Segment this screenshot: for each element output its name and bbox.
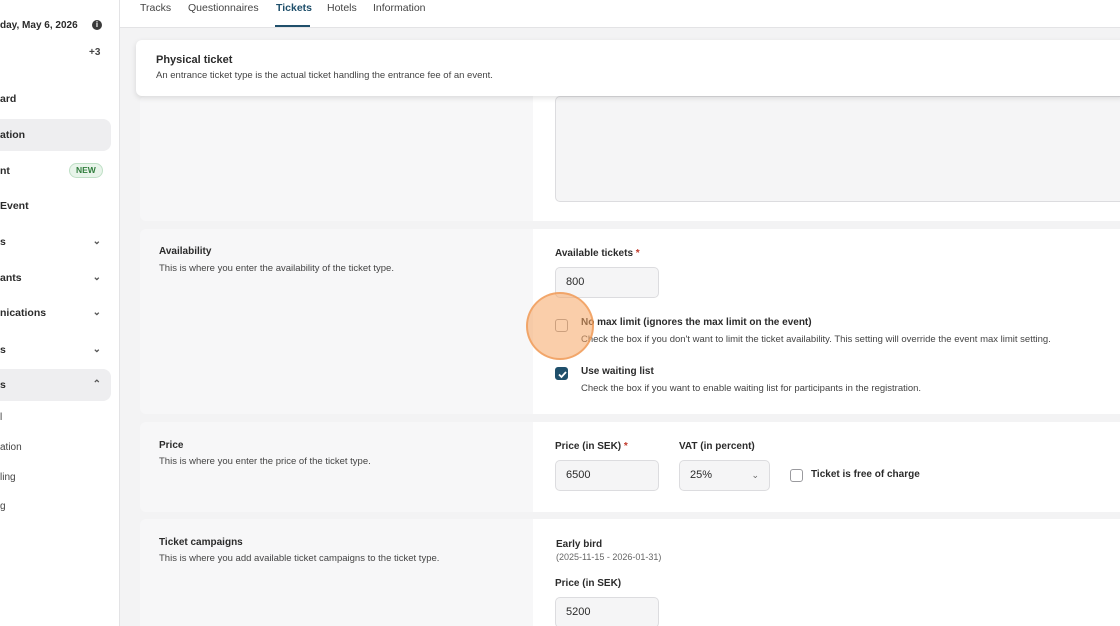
sidebar-item-information[interactable]: ation xyxy=(0,119,111,151)
sidebar-item-label: ard xyxy=(0,93,17,105)
page-description: An entrance ticket type is the actual ti… xyxy=(156,70,493,81)
price-section: Price This is where you enter the price … xyxy=(140,422,1120,512)
sidebar-item-new[interactable]: nt NEW xyxy=(0,155,111,187)
campaigns-title: Ticket campaigns xyxy=(159,537,243,548)
available-tickets-input[interactable]: 800 xyxy=(555,267,659,298)
price-label: Price (in SEK) * xyxy=(555,441,628,452)
active-tab-indicator xyxy=(275,25,310,27)
sidebar-item-label: nt xyxy=(0,165,10,177)
price-input[interactable]: 6500 xyxy=(555,460,659,491)
sidebar-subitem[interactable]: g xyxy=(0,501,6,512)
availability-section: Availability This is where you enter the… xyxy=(140,229,1120,414)
sidebar-item-label: ants xyxy=(0,272,22,284)
sidebar-item-event[interactable]: Event xyxy=(0,190,111,222)
sidebar-subitem[interactable]: l xyxy=(0,412,2,423)
description-section xyxy=(140,96,1120,221)
sidebar-item-label: Event xyxy=(0,200,29,212)
campaign-price-input[interactable]: 5200 xyxy=(555,597,659,626)
sidebar-item-label: s xyxy=(0,344,6,356)
sidebar: day, May 6, 2026 i +3 ard ation nt NEW E… xyxy=(0,0,120,626)
sidebar-item-label: s xyxy=(0,236,6,248)
event-date: day, May 6, 2026 xyxy=(0,20,78,31)
waiting-list-description: Check the box if you want to enable wait… xyxy=(581,383,922,394)
tab-bar: Tracks Questionnaires Tickets Hotels Inf… xyxy=(120,0,1120,28)
no-max-limit-description: Check the box if you don't want to limit… xyxy=(581,334,1051,345)
campaigns-section: Ticket campaigns This is where you add a… xyxy=(140,519,1120,626)
campaign-name: Early bird xyxy=(556,539,603,550)
sidebar-item-group-1[interactable]: s ⌄ xyxy=(0,226,111,258)
free-of-charge-checkbox[interactable] xyxy=(790,469,803,482)
vat-select[interactable]: 25% ⌄ xyxy=(679,460,770,491)
campaigns-description: This is where you add available ticket c… xyxy=(159,553,440,564)
more-count[interactable]: +3 xyxy=(89,47,100,58)
available-tickets-label: Available tickets * xyxy=(555,248,640,259)
availability-description: This is where you enter the availability… xyxy=(159,263,394,274)
info-icon[interactable]: i xyxy=(92,20,102,30)
chevron-down-icon: ⌄ xyxy=(92,236,101,247)
sidebar-item-dashboard[interactable]: ard xyxy=(0,83,111,115)
tab-tickets[interactable]: Tickets xyxy=(276,2,312,14)
price-description: This is where you enter the price of the… xyxy=(159,456,371,467)
sidebar-item-label: s xyxy=(0,379,6,391)
price-title: Price xyxy=(159,440,184,451)
sidebar-item-label: nications xyxy=(0,307,47,319)
sidebar-item-participants[interactable]: ants ⌄ xyxy=(0,262,111,294)
waiting-list-title: Use waiting list xyxy=(581,366,654,377)
sidebar-item-label: ation xyxy=(0,129,26,141)
sidebar-subitem[interactable]: ling xyxy=(0,472,16,483)
sidebar-item-settings[interactable]: s ⌃ xyxy=(0,369,111,401)
vat-value: 25% xyxy=(690,469,713,481)
check-icon xyxy=(558,371,567,379)
no-max-limit-title: No max limit (ignores the max limit on t… xyxy=(581,317,812,328)
chevron-down-icon: ⌄ xyxy=(92,307,101,318)
tab-hotels[interactable]: Hotels xyxy=(327,2,357,14)
waiting-list-checkbox[interactable] xyxy=(555,367,568,380)
new-badge: NEW xyxy=(69,163,103,178)
availability-title: Availability xyxy=(159,246,212,257)
tab-questionnaires[interactable]: Questionnaires xyxy=(188,2,259,14)
page-title: Physical ticket xyxy=(156,54,233,66)
description-textarea[interactable] xyxy=(555,96,1120,202)
tab-tracks[interactable]: Tracks xyxy=(140,2,171,14)
sidebar-item-communications[interactable]: nications ⌄ xyxy=(0,297,111,329)
free-of-charge-label: Ticket is free of charge xyxy=(811,469,920,480)
sidebar-item-group-2[interactable]: s ⌄ xyxy=(0,334,111,366)
chevron-up-icon: ⌃ xyxy=(92,379,101,390)
campaign-dates: (2025-11-15 - 2026-01-31) xyxy=(556,552,662,562)
chevron-down-icon: ⌄ xyxy=(751,470,759,480)
ticket-header-card: Physical ticket An entrance ticket type … xyxy=(136,40,1120,96)
chevron-down-icon: ⌄ xyxy=(92,344,101,355)
sidebar-subitem[interactable]: ation xyxy=(0,442,22,453)
no-max-limit-checkbox[interactable] xyxy=(555,319,568,332)
vat-label: VAT (in percent) xyxy=(679,441,755,452)
campaign-price-label: Price (in SEK) xyxy=(555,578,622,589)
tab-information[interactable]: Information xyxy=(373,2,426,14)
chevron-down-icon: ⌄ xyxy=(92,272,101,283)
